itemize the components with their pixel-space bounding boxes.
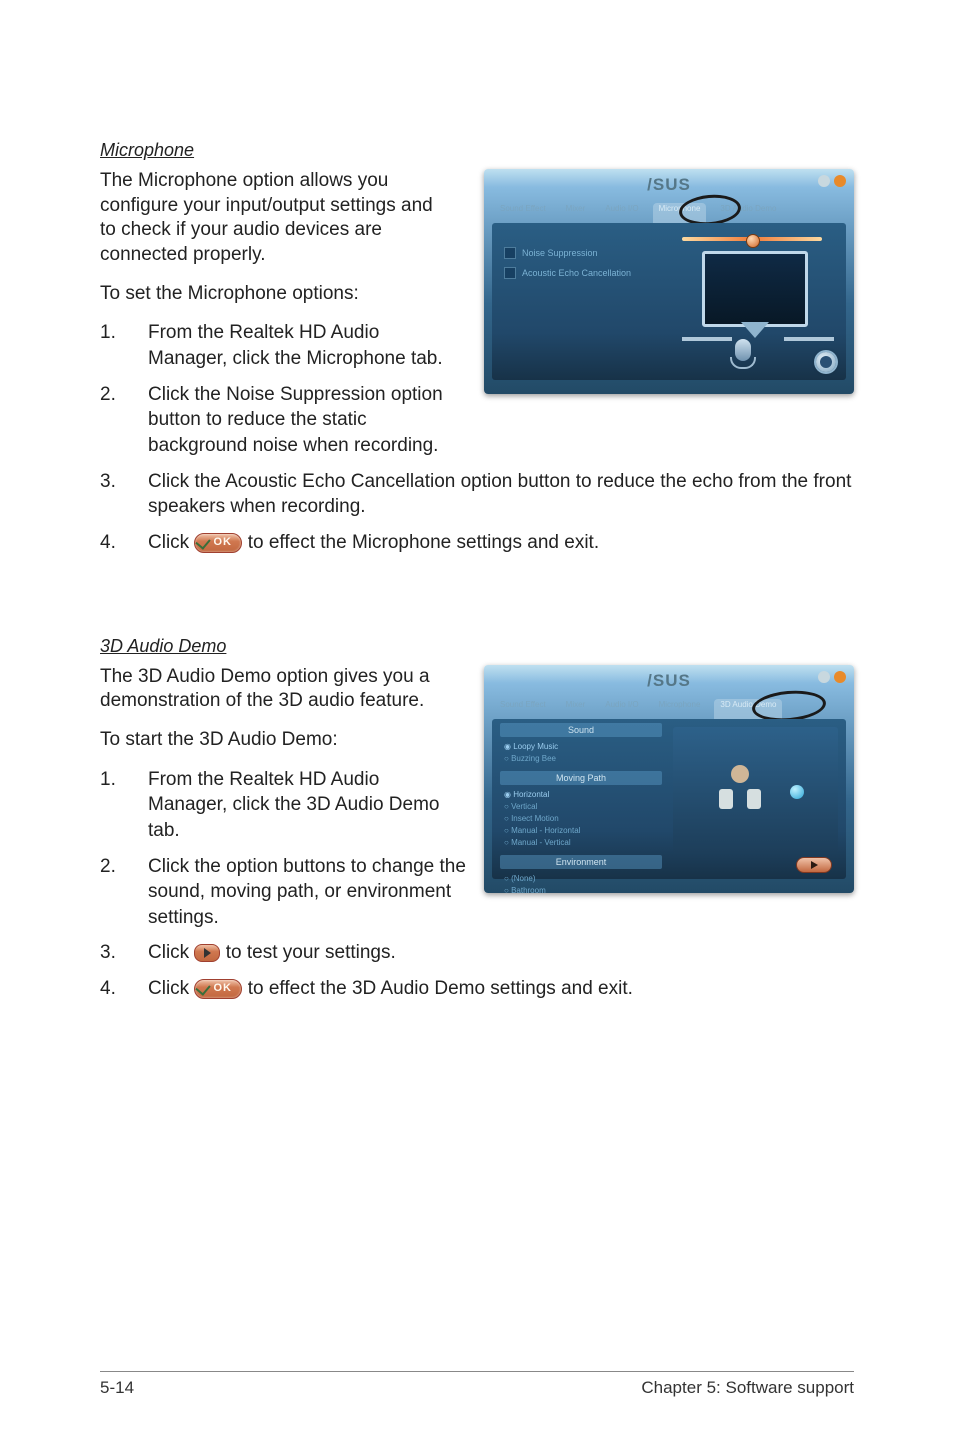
- step-text: From the Realtek HD Audio Manager, click…: [148, 320, 448, 371]
- radio-item[interactable]: ○ Buzzing Bee: [504, 753, 658, 765]
- sound-options[interactable]: ◉ Loopy Music ○ Buzzing Bee: [496, 739, 666, 767]
- chapter-title: Chapter 5: Software support: [641, 1378, 854, 1398]
- step-text: From the Realtek HD Audio Manager, click…: [148, 767, 448, 844]
- radio-item[interactable]: ○ Vertical: [504, 801, 658, 813]
- radio-item[interactable]: ○ Bathroom: [504, 885, 658, 893]
- monitor-icon: [702, 251, 808, 327]
- radio-item[interactable]: ○ Insect Motion: [504, 813, 658, 825]
- step-pre: Click: [148, 978, 194, 999]
- panel-env-heading: Environment: [500, 855, 662, 869]
- list-item: 3. Click the Acoustic Echo Cancellation …: [100, 469, 854, 520]
- io-arrows: [678, 331, 838, 347]
- list-item: 2. Click the option buttons to change th…: [100, 854, 466, 931]
- step-post: to effect the 3D Audio Demo settings and…: [248, 978, 633, 999]
- section-heading: Microphone: [100, 140, 854, 161]
- tab-audio-io[interactable]: Audio I/O: [599, 699, 644, 719]
- section-heading: 3D Audio Demo: [100, 636, 854, 657]
- slider-knob[interactable]: [746, 234, 760, 248]
- panel-path-heading: Moving Path: [500, 771, 662, 785]
- mic-visual: [672, 231, 832, 371]
- left-panels: Sound ◉ Loopy Music ○ Buzzing Bee Moving…: [496, 719, 666, 893]
- window-controls[interactable]: [818, 671, 846, 683]
- radio-item[interactable]: ○ Manual - Horizontal: [504, 825, 658, 837]
- option-noise-suppression[interactable]: Noise Suppression: [504, 247, 598, 259]
- setup-intro: To start the 3D Audio Demo:: [100, 728, 450, 753]
- ok-button[interactable]: OK: [194, 979, 242, 999]
- list-item: 1. From the Realtek HD Audio Manager, cl…: [100, 767, 466, 844]
- page-number: 5-14: [100, 1378, 134, 1398]
- tab-sound-effect[interactable]: Sound Effect: [494, 203, 552, 223]
- intro-text: The Microphone option allows you configu…: [100, 169, 450, 268]
- radio-item[interactable]: ◉ Loopy Music: [504, 741, 658, 753]
- panel-sound-heading: Sound: [500, 723, 662, 737]
- tab-mixer[interactable]: Mixer: [560, 203, 592, 223]
- tab-sound-effect[interactable]: Sound Effect: [494, 699, 552, 719]
- window-controls[interactable]: [818, 175, 846, 187]
- app-brand: /SUS: [484, 671, 854, 691]
- listener-icon: [719, 773, 761, 809]
- demo-stage: [673, 727, 838, 853]
- radio-item[interactable]: ○ Manual - Vertical: [504, 837, 658, 849]
- step-number: 2.: [100, 854, 118, 931]
- step-pre: Click: [148, 532, 194, 553]
- moving-orb: [790, 785, 804, 799]
- step-text: Click OK to effect the Microphone settin…: [148, 530, 854, 556]
- step-number: 2.: [100, 382, 118, 459]
- step-number: 4.: [100, 976, 118, 1002]
- section-microphone: Microphone /SUS Sound Effect Mixer Audio…: [100, 140, 854, 596]
- panel-body: Sound ◉ Loopy Music ○ Buzzing Bee Moving…: [492, 719, 846, 879]
- app-brand: /SUS: [484, 175, 854, 195]
- tab-row: Sound Effect Mixer Audio I/O Microphone …: [494, 203, 844, 223]
- list-item: 2. Click the Noise Suppression option bu…: [100, 382, 466, 459]
- option-label: Noise Suppression: [522, 248, 598, 258]
- list-item: 3. Click to test your settings.: [100, 940, 854, 966]
- page-footer: 5-14 Chapter 5: Software support: [100, 1371, 854, 1398]
- step-pre: Click: [148, 942, 194, 963]
- list-item: 4. Click OK to effect the 3D Audio Demo …: [100, 976, 854, 1002]
- tab-microphone[interactable]: Microphone: [653, 699, 707, 719]
- env-options[interactable]: ○ (None) ○ Bathroom ○ Stone Corridor: [496, 871, 666, 893]
- tab-mixer[interactable]: Mixer: [560, 699, 592, 719]
- step-text: Click OK to effect the 3D Audio Demo set…: [148, 976, 854, 1002]
- section-3d-demo: 3D Audio Demo /SUS Sound Effect Mixer Au…: [100, 636, 854, 1042]
- step-text: Click the Acoustic Echo Cancellation opt…: [148, 469, 854, 520]
- mic-icon: [728, 339, 758, 379]
- step-post: to effect the Microphone settings and ex…: [248, 532, 599, 553]
- list-item: 4. Click OK to effect the Microphone set…: [100, 530, 854, 556]
- ok-button[interactable]: OK: [194, 533, 242, 553]
- checkbox-icon[interactable]: [504, 267, 516, 279]
- panel-body: Noise Suppression Acoustic Echo Cancella…: [492, 223, 846, 380]
- setup-intro: To set the Microphone options:: [100, 282, 450, 307]
- step-post: to test your settings.: [226, 942, 396, 963]
- radio-item[interactable]: ○ (None): [504, 873, 658, 885]
- step-number: 1.: [100, 320, 118, 371]
- screenshot-microphone: /SUS Sound Effect Mixer Audio I/O Microp…: [484, 169, 854, 394]
- play-button[interactable]: [796, 857, 832, 873]
- step-text: Click to test your settings.: [148, 940, 854, 966]
- gear-icon[interactable]: [816, 352, 836, 372]
- step-text: Click the Noise Suppression option butto…: [148, 382, 466, 459]
- volume-slider[interactable]: [682, 237, 822, 241]
- option-echo-cancel[interactable]: Acoustic Echo Cancellation: [504, 267, 631, 279]
- checkbox-icon[interactable]: [504, 247, 516, 259]
- screenshot-3d-demo: /SUS Sound Effect Mixer Audio I/O Microp…: [484, 665, 854, 893]
- step-number: 3.: [100, 469, 118, 520]
- tab-audio-io[interactable]: Audio I/O: [599, 203, 644, 223]
- step-number: 4.: [100, 530, 118, 556]
- list-item: 1. From the Realtek HD Audio Manager, cl…: [100, 320, 466, 371]
- play-button[interactable]: [194, 944, 220, 962]
- step-number: 3.: [100, 940, 118, 966]
- radio-item[interactable]: ◉ Horizontal: [504, 789, 658, 801]
- path-options[interactable]: ◉ Horizontal ○ Vertical ○ Insect Motion …: [496, 787, 666, 851]
- option-label: Acoustic Echo Cancellation: [522, 268, 631, 278]
- step-number: 1.: [100, 767, 118, 844]
- step-text: Click the option buttons to change the s…: [148, 854, 466, 931]
- intro-text: The 3D Audio Demo option gives you a dem…: [100, 665, 470, 714]
